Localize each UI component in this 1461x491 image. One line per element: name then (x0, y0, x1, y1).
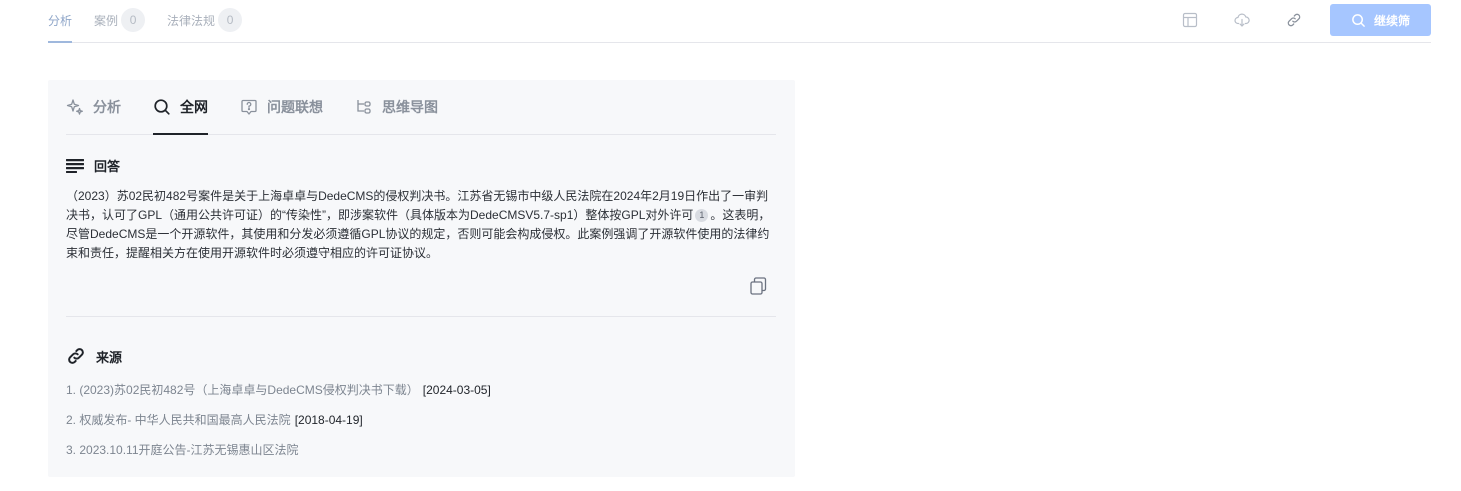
link-icon[interactable] (1284, 10, 1304, 30)
card-tab-analysis-label: 分析 (93, 99, 121, 115)
source-date: [2024-03-05] (422, 383, 491, 397)
citation-marker[interactable]: 1 (695, 209, 709, 222)
top-tab-bar: 分析 案例 0 法律法规 0 继续筛 (48, 0, 1431, 43)
cloud-download-icon[interactable] (1232, 10, 1252, 30)
answer-card: 分析 全网 问题联想 思维导图 回答 （2023）苏02民初482号案件是关于上… (48, 80, 795, 477)
card-tab-mindmap-label: 思维导图 (382, 99, 438, 115)
tab-analysis-label: 分析 (48, 13, 73, 28)
tab-cases-label: 案例 (94, 13, 119, 28)
answer-heading: 回答 (66, 156, 120, 175)
copy-icon[interactable] (748, 276, 768, 296)
toolbar: 继续筛 (1180, 4, 1431, 36)
search-icon (154, 99, 170, 115)
laws-count-badge: 0 (218, 8, 243, 32)
source-item[interactable]: 3. 2023.10.11开庭公告-江苏无锡惠山区法院 (66, 440, 491, 470)
continue-filter-button[interactable]: 继续筛 (1330, 4, 1431, 36)
sources-heading-label: 来源 (96, 349, 123, 365)
section-divider (66, 316, 776, 317)
sparkle-icon (66, 99, 83, 115)
tab-cases[interactable]: 案例 0 (94, 8, 146, 32)
tab-analysis[interactable]: 分析 (48, 8, 73, 43)
result-tabs: 分析 案例 0 法律法规 0 (48, 8, 264, 43)
source-item[interactable]: 1. (2023)苏02民初482号（上海卓卓与DedeCMS侵权判决书下载）[… (66, 380, 491, 410)
source-title: 3. 2023.10.11开庭公告-江苏无锡惠山区法院 (66, 443, 299, 457)
layout-icon[interactable] (1180, 10, 1200, 30)
continue-filter-label: 继续筛 (1373, 13, 1410, 28)
search-icon (1352, 13, 1365, 27)
mindmap-icon (357, 100, 371, 114)
tab-laws-label: 法律法规 (167, 13, 216, 28)
source-title: 2. 权威发布- 中华人民共和国最高人民法院 (66, 413, 291, 427)
sources-heading: 来源 (66, 346, 122, 366)
card-tab-mindmap[interactable]: 思维导图 (355, 80, 438, 135)
text-lines-icon (66, 158, 84, 173)
answer-heading-label: 回答 (94, 159, 121, 174)
answer-body: （2023）苏02民初482号案件是关于上海卓卓与DedeCMS的侵权判决书。江… (66, 187, 778, 263)
tab-laws[interactable]: 法律法规 0 (167, 8, 243, 32)
source-title: 1. (2023)苏02民初482号（上海卓卓与DedeCMS侵权判决书下载） (66, 383, 419, 397)
card-tab-question-label: 问题联想 (267, 99, 323, 115)
source-item[interactable]: 2. 权威发布- 中华人民共和国最高人民法院 [2018-04-19] (66, 410, 491, 440)
cases-count-badge: 0 (121, 8, 146, 32)
card-tab-web-label: 全网 (180, 99, 208, 115)
question-icon (241, 99, 257, 115)
answer-card-tabs: 分析 全网 问题联想 思维导图 (66, 80, 776, 135)
card-tab-question[interactable]: 问题联想 (240, 80, 323, 135)
answer-text-part1: （2023）苏02民初482号案件是关于上海卓卓与DedeCMS的侵权判决书。江… (66, 189, 769, 222)
card-tab-analysis[interactable]: 分析 (66, 80, 121, 135)
sources-list: 1. (2023)苏02民初482号（上海卓卓与DedeCMS侵权判决书下载）[… (66, 380, 491, 470)
link-icon (68, 348, 84, 364)
card-tab-web[interactable]: 全网 (153, 80, 208, 135)
source-date: [2018-04-19] (294, 413, 363, 427)
